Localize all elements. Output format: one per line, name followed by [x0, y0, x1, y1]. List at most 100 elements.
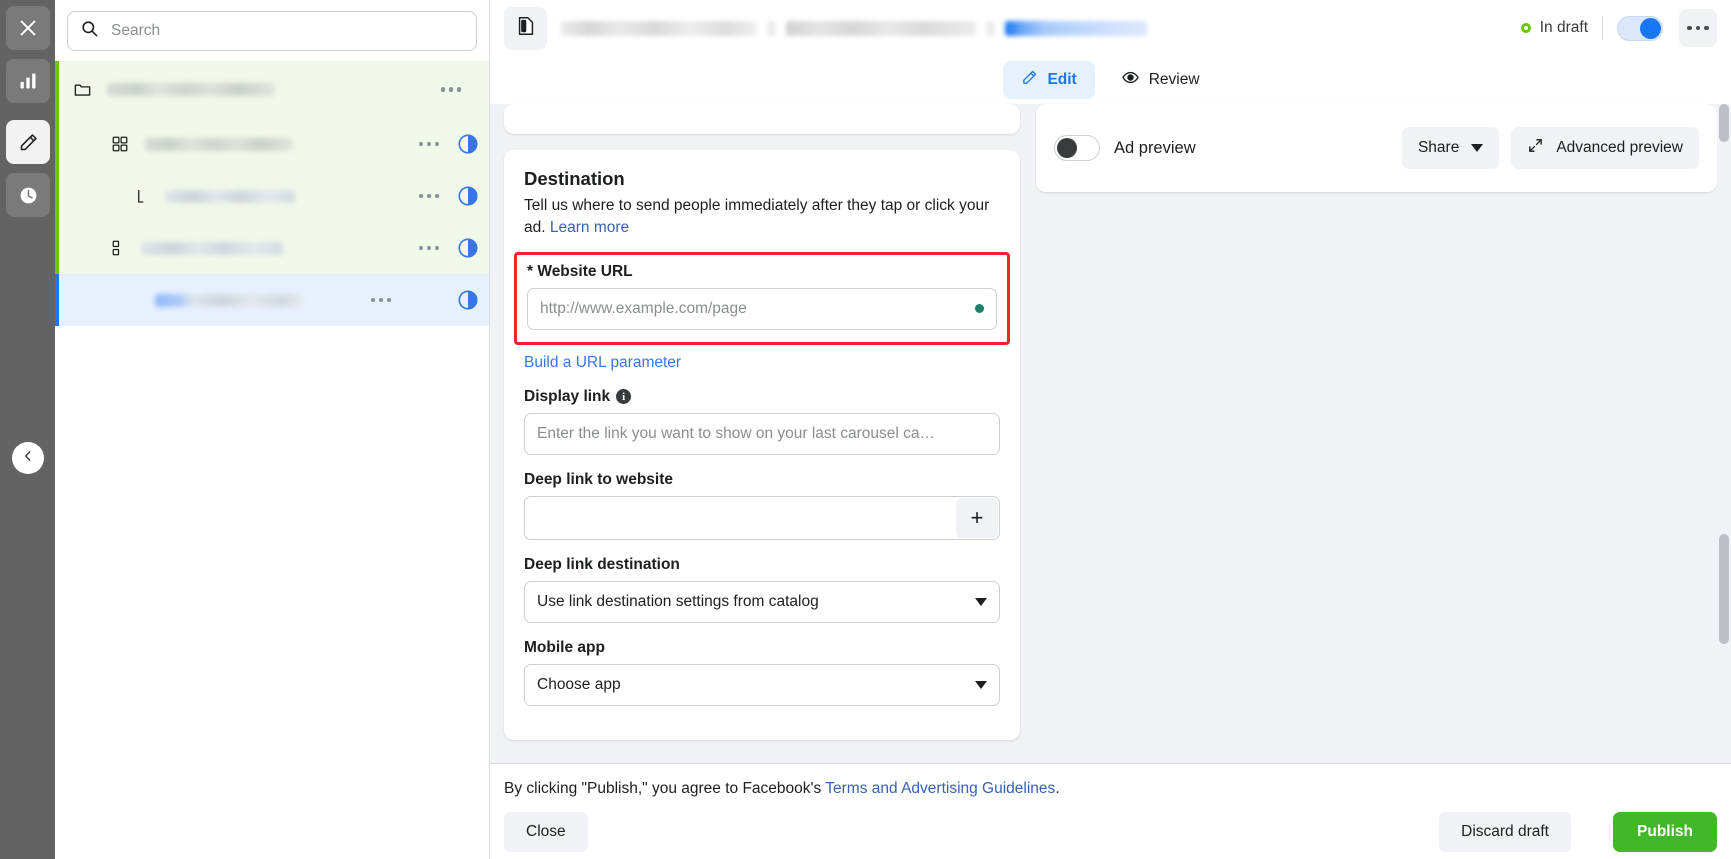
- ad-thumbnail-icon-button[interactable]: [504, 6, 547, 50]
- destination-title: Destination: [524, 168, 625, 189]
- adset-icon: [135, 187, 161, 205]
- breadcrumb[interactable]: [561, 20, 1147, 36]
- deep-link-website-label: Deep link to website: [524, 470, 674, 488]
- history-icon: [18, 185, 39, 206]
- entity-rows: [55, 61, 489, 326]
- tab-edit[interactable]: Edit: [1003, 61, 1095, 99]
- row-menu-button[interactable]: [370, 297, 458, 303]
- row-menu-button[interactable]: [440, 87, 480, 92]
- redacted-label: [145, 137, 293, 151]
- search-icon: [80, 19, 99, 43]
- tab-review-label: Review: [1148, 71, 1200, 88]
- history-icon-button[interactable]: [6, 173, 50, 217]
- breadcrumb-item-ad[interactable]: [1005, 20, 1147, 36]
- draft-status-dot-icon: [1520, 23, 1531, 33]
- campaign-grid-icon: [111, 135, 137, 153]
- list-item-adset[interactable]: [55, 170, 489, 222]
- ad-preview-label: Ad preview: [1114, 138, 1196, 157]
- breadcrumb-separator: [986, 20, 995, 36]
- pencil-icon: [18, 132, 39, 153]
- editor-scroll-body: Destination Tell us where to send people…: [490, 104, 1731, 763]
- status-label: In draft: [1539, 19, 1588, 36]
- list-item-ad-selected[interactable]: [55, 274, 489, 326]
- build-url-parameter-link[interactable]: Build a URL parameter: [524, 354, 681, 371]
- add-deep-link-button[interactable]: +: [956, 497, 998, 538]
- display-link-group: Display link i Enter the link you want t…: [524, 388, 1000, 455]
- status-half-circle-icon[interactable]: [457, 289, 479, 311]
- redacted-label: [107, 83, 275, 96]
- editor-header: In draft: [490, 0, 1731, 56]
- scrollbar-thumb-top[interactable]: [1719, 104, 1729, 142]
- row-menu-button[interactable]: [418, 141, 458, 147]
- learn-more-link[interactable]: Learn more: [550, 219, 629, 236]
- terms-link[interactable]: Terms and Advertising Guidelines: [825, 780, 1055, 797]
- status-half-circle-icon[interactable]: [457, 237, 479, 259]
- divider: [1602, 16, 1603, 40]
- analytics-icon-button[interactable]: [6, 59, 50, 103]
- info-icon[interactable]: i: [616, 389, 632, 405]
- row-menu-button[interactable]: [418, 193, 458, 199]
- main-area: In draft Edit Review Destination Tell us…: [490, 0, 1731, 859]
- close-icon: [17, 17, 39, 39]
- pencil-icon: [1021, 69, 1038, 91]
- breadcrumb-item-campaign[interactable]: [561, 20, 757, 36]
- toggle-knob: [1057, 138, 1077, 158]
- list-item-campaign[interactable]: [55, 118, 489, 170]
- website-url-placeholder: http://www.example.com/page: [540, 299, 747, 317]
- mobile-app-select[interactable]: Choose app: [524, 663, 1000, 706]
- publish-button[interactable]: Publish: [1613, 812, 1717, 852]
- close-icon-button[interactable]: [6, 6, 50, 50]
- mobile-app-group: Mobile app Choose app: [524, 639, 1000, 706]
- tab-review[interactable]: Review: [1103, 61, 1218, 99]
- edit-icon-button[interactable]: [6, 120, 50, 164]
- search-input[interactable]: [109, 21, 464, 41]
- list-item-ads[interactable]: [55, 222, 489, 274]
- row-accent-bar: [55, 222, 59, 274]
- chevron-down-icon: [1471, 144, 1484, 152]
- form-column: Destination Tell us where to send people…: [504, 104, 1020, 740]
- breadcrumb-separator: [767, 20, 776, 36]
- row-menu-button[interactable]: [418, 245, 458, 251]
- analytics-icon: [18, 71, 38, 91]
- ad-preview-card: Ad preview Share Advanced preview: [1036, 104, 1717, 192]
- advanced-preview-label: Advanced preview: [1556, 139, 1683, 156]
- website-url-label: * Website URL: [527, 262, 633, 280]
- status-half-circle-icon[interactable]: [457, 133, 479, 155]
- list-item-folder[interactable]: [55, 61, 489, 118]
- more-options-button[interactable]: [1679, 9, 1717, 47]
- breadcrumb-item-adset[interactable]: [786, 20, 976, 36]
- folder-icon: [73, 80, 99, 99]
- row-accent-bar: [55, 118, 59, 170]
- share-button[interactable]: Share: [1401, 127, 1500, 169]
- row-accent-bar: [55, 274, 59, 326]
- chevron-left-icon: [21, 449, 35, 468]
- deep-link-website-input[interactable]: +: [524, 495, 1000, 540]
- advanced-preview-button[interactable]: Advanced preview: [1511, 127, 1699, 169]
- status-half-circle-icon[interactable]: [457, 185, 479, 207]
- deep-link-website-group: Deep link to website +: [524, 471, 1000, 540]
- legal-text: By clicking "Publish," you agree to Face…: [504, 780, 1060, 798]
- scrollbar-thumb[interactable]: [1719, 534, 1729, 644]
- page-scrollbar[interactable]: [1717, 104, 1731, 763]
- close-button[interactable]: Close: [504, 812, 588, 852]
- deep-link-destination-label: Deep link destination: [524, 555, 680, 573]
- entity-list-panel: [55, 0, 490, 859]
- editor-tabs: Edit Review: [490, 56, 1731, 104]
- deep-link-destination-select[interactable]: Use link destination settings from catal…: [524, 580, 1000, 623]
- search-box[interactable]: [67, 11, 477, 51]
- collapse-rail-button[interactable]: [12, 442, 44, 474]
- editor-footer: By clicking "Publish," you agree to Face…: [490, 763, 1731, 859]
- eye-icon: [1121, 68, 1140, 92]
- redacted-label: [155, 293, 303, 307]
- ad-preview-toggle[interactable]: [1054, 135, 1100, 161]
- legal-suffix: .: [1055, 780, 1060, 797]
- valid-status-dot-icon: [975, 304, 984, 314]
- display-link-input[interactable]: Enter the link you want to show on your …: [524, 412, 1000, 455]
- website-url-input[interactable]: http://www.example.com/page: [527, 287, 997, 330]
- mobile-app-label: Mobile app: [524, 638, 605, 656]
- deep-link-destination-group: Deep link destination Use link destinati…: [524, 556, 1000, 623]
- chevron-down-icon: [975, 680, 987, 689]
- previous-section-card: [504, 104, 1020, 134]
- discard-draft-button[interactable]: Discard draft: [1439, 812, 1571, 852]
- enable-ad-toggle[interactable]: [1617, 15, 1663, 41]
